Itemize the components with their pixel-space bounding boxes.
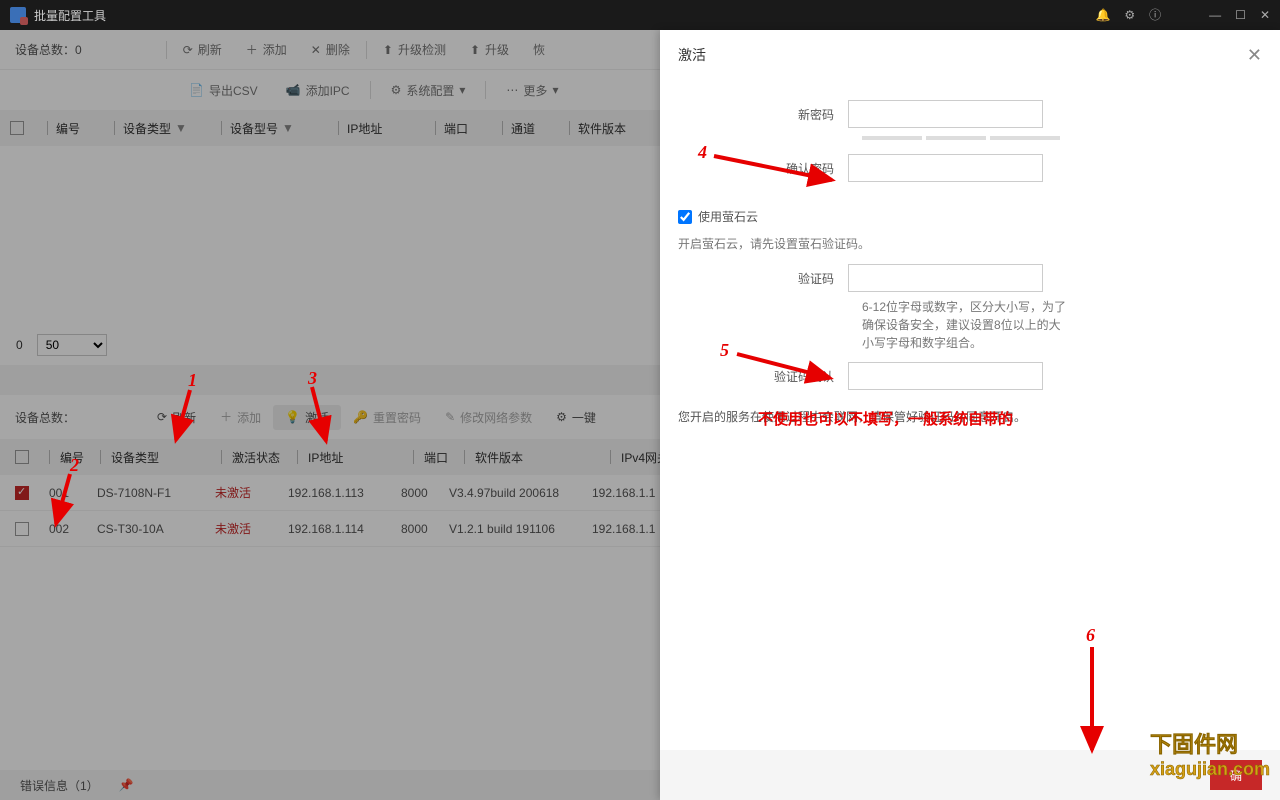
add-button[interactable]: ＋添加 [208,409,273,426]
code-label: 验证码 [678,270,848,287]
x-icon: ✕ [311,44,321,56]
row-checkbox[interactable] [15,486,29,500]
add-button[interactable]: ＋添加 [234,41,299,58]
refresh-button[interactable]: ⟳刷新 [145,409,208,426]
key-icon: 🔑 [353,411,368,423]
activate-button[interactable]: 💡激活 [273,405,341,430]
sysconf-button[interactable]: ⚙系统配置 ▾ [377,82,480,99]
cell-gateway: 192.168.1.1 [592,486,665,500]
lower-total: 设备总数： [15,409,75,426]
pin-icon[interactable]: 📌 [119,779,134,791]
app-title: 批量配置工具 [34,7,1095,24]
ipc-icon: 📹 [286,84,301,96]
code-confirm-label: 验证码确认 [678,368,848,385]
panel-title: 激活 [678,45,706,65]
refresh-button[interactable]: ⟳刷新 [171,41,234,58]
gear-icon[interactable]: ⚙ [1124,9,1135,21]
info-icon[interactable]: ⓘ [1149,9,1161,21]
gear-icon: ⚙ [391,84,402,96]
app-icon [10,7,26,23]
titlebar: 批量配置工具 🔔 ⚙ ⓘ — ☐ ✕ [0,0,1280,30]
minimize-icon[interactable]: — [1209,9,1221,21]
upgrade-icon: ⬆ [470,44,480,56]
upper-total: 设备总数：0 [15,41,82,58]
code-confirm-input[interactable] [848,362,1043,390]
page-size-select[interactable]: 50 [37,334,107,356]
plus-icon: ＋ [220,411,232,423]
refresh-icon: ⟳ [157,411,167,423]
row-checkbox[interactable] [15,522,29,536]
confirm-password-input[interactable] [848,154,1043,182]
plus-icon: ＋ [246,44,258,56]
error-info[interactable]: 错误信息（1） [20,777,99,794]
cell-ip: 192.168.1.113 [288,486,401,500]
cell-id: 002 [49,522,97,536]
reset-pwd-button[interactable]: 🔑重置密码 [341,409,433,426]
filter-icon[interactable]: ▼ [175,121,187,135]
add-ipc-button[interactable]: 📹添加IPC [272,82,364,99]
password-strength [862,136,1262,140]
ezviz-checkbox[interactable] [678,210,692,224]
close-icon[interactable]: ✕ [1260,9,1270,21]
upgrade-check-button[interactable]: ⬆升级检测 [371,41,458,58]
bulb-icon: 💡 [285,411,300,423]
confirm-password-label: 确认密码 [678,160,848,177]
export-csv-button[interactable]: 📄导出CSV [175,82,272,99]
code-hint: 6-12位字母或数字，区分大小写，为了确保设备安全，建议设置8位以上的大小写字母… [862,298,1072,352]
cell-ip: 192.168.1.114 [288,522,401,536]
cell-port: 8000 [401,522,449,536]
gear-icon: ⚙ [556,411,567,423]
netparam-button[interactable]: ✎修改网络参数 [433,409,544,426]
select-all-checkbox[interactable] [15,450,29,464]
cell-version: V1.2.1 build 191106 [449,522,592,536]
page-number: 0 [12,336,27,354]
cell-id: 001 [49,486,97,500]
maximize-icon[interactable]: ☐ [1235,9,1246,21]
activate-panel: 激活 ✕ 新密码 确认密码 使用萤石云 开启萤石云，请先设置萤石验证码。 验证码 [660,30,1280,800]
edit-icon: ✎ [445,411,455,423]
filter-icon[interactable]: ▼ [282,121,294,135]
delete-button[interactable]: ✕删除 [299,41,362,58]
refresh-icon: ⟳ [183,44,193,56]
cell-status: 未激活 [215,484,288,501]
new-password-label: 新密码 [678,106,848,123]
cell-port: 8000 [401,486,449,500]
cell-status: 未激活 [215,520,288,537]
cell-type: CS-T30-10A [97,522,215,536]
upgrade-button[interactable]: ⬆升级 [458,41,521,58]
cell-version: V3.4.97build 200618 [449,486,592,500]
more-icon: ⋯ [506,84,518,96]
upgrade-check-icon: ⬆ [383,44,393,56]
ezviz-label: 使用萤石云 [698,208,758,225]
onekey-button[interactable]: ⚙一键 [544,409,608,426]
restore-button[interactable]: 恢 [521,41,557,58]
ok-button[interactable]: 确 [1210,760,1262,790]
more-button[interactable]: ⋯更多 ▾ [492,82,572,99]
new-password-input[interactable] [848,100,1043,128]
cell-gateway: 192.168.1.1 [592,522,665,536]
panel-note: 您开启的服务在使用过程中会联网，请保管好验证码并同意开启。 [678,408,1262,425]
cell-type: DS-7108N-F1 [97,486,215,500]
panel-close-icon[interactable]: ✕ [1247,45,1262,66]
code-input[interactable] [848,264,1043,292]
export-icon: 📄 [189,84,204,96]
bell-icon[interactable]: 🔔 [1095,9,1110,21]
ezviz-hint: 开启萤石云，请先设置萤石验证码。 [678,235,1262,252]
select-all-checkbox[interactable] [10,121,24,135]
